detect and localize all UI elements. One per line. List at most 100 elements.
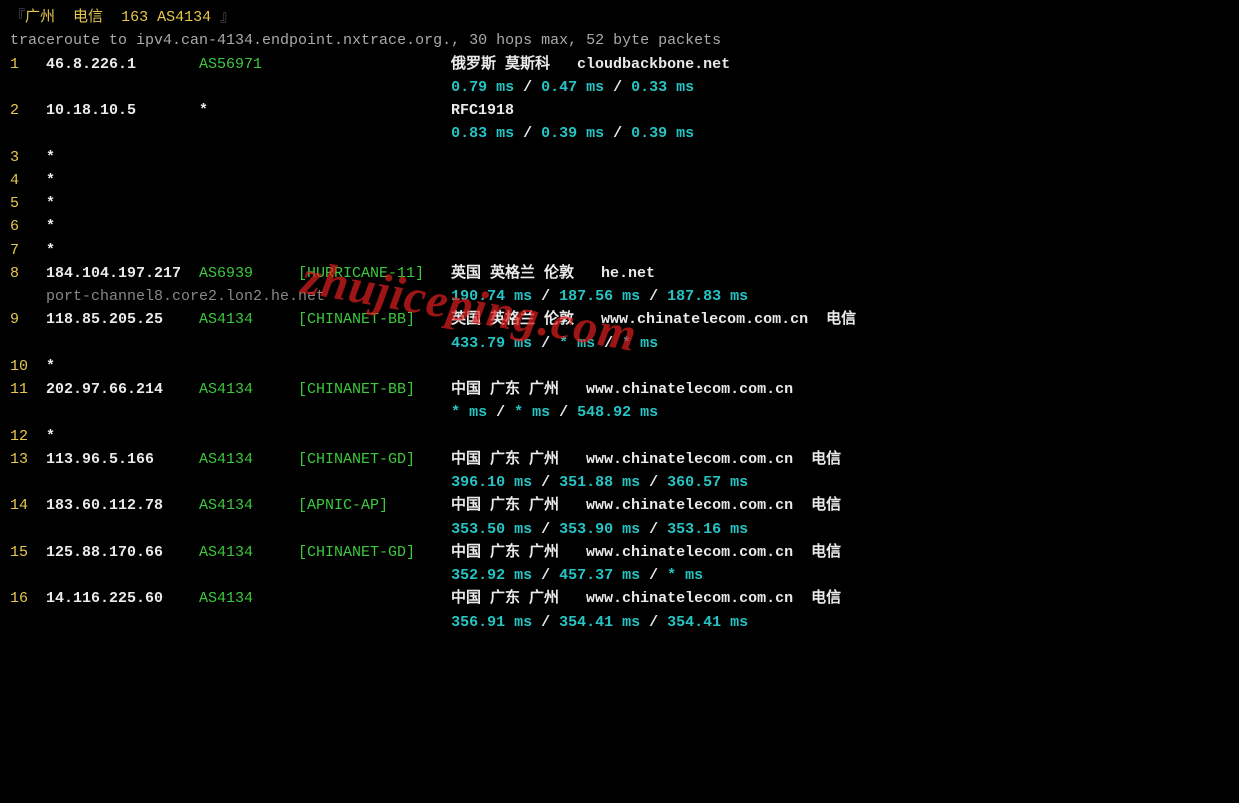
hop-number: 16: [10, 587, 46, 610]
hop-rtt: * ms: [514, 404, 550, 421]
hop-geo: 中国 广东 广州 www.chinatelecom.com.cn 电信: [451, 451, 841, 468]
hop-row: 10 *: [10, 355, 1229, 378]
hop-asn: AS56971: [199, 53, 298, 76]
hop-rtt: * ms: [451, 404, 487, 421]
hop-row: 4 *: [10, 169, 1229, 192]
hop-number: 2: [10, 99, 46, 122]
rtt-separator: /: [604, 79, 631, 96]
hop-row: 1 46.8.226.1 AS56971 俄罗斯 莫斯科 cloudbackbo…: [10, 53, 1229, 76]
hop-rtt: 360.57 ms: [667, 474, 748, 491]
hop-ip: 184.104.197.217: [46, 262, 199, 285]
hop-asn: AS4134: [199, 494, 298, 517]
hop-ip: *: [46, 172, 55, 189]
hop-number: 9: [10, 308, 46, 331]
hop-netname: [CHINANET-BB]: [298, 378, 451, 401]
hop-rtt: 187.56 ms: [559, 288, 640, 305]
hop-row: 7 *: [10, 239, 1229, 262]
hop-geo: 中国 广东 广州 www.chinatelecom.com.cn 电信: [451, 544, 841, 561]
hop-rtt: 352.92 ms: [451, 567, 532, 584]
hop-ip: *: [46, 195, 55, 212]
rtt-separator: /: [532, 567, 559, 584]
rtt-separator: /: [487, 404, 514, 421]
traceroute-output: 1 46.8.226.1 AS56971 俄罗斯 莫斯科 cloudbackbo…: [10, 53, 1229, 634]
hop-row: 16 14.116.225.60 AS4134 中国 广东 广州 www.chi…: [10, 587, 1229, 610]
hop-netname: [CHINANET-GD]: [298, 541, 451, 564]
hop-rtt: 0.47 ms: [541, 79, 604, 96]
hop-geo: RFC1918: [451, 102, 514, 119]
hop-ip: *: [46, 242, 55, 259]
hop-ip: 14.116.225.60: [46, 587, 199, 610]
hop-ip: 118.85.205.25: [46, 308, 199, 331]
rtt-separator: /: [550, 404, 577, 421]
rtt-separator: /: [640, 614, 667, 631]
hop-rtt: 457.37 ms: [559, 567, 640, 584]
hop-ip: 46.8.226.1: [46, 53, 199, 76]
hop-rdns: port-channel8.core2.lon2.he.net: [10, 288, 325, 305]
rtt-separator: /: [604, 125, 631, 142]
hop-row: 2 10.18.10.5 * RFC1918: [10, 99, 1229, 122]
hop-row: 3 *: [10, 146, 1229, 169]
hop-rtt: 0.39 ms: [631, 125, 694, 142]
hop-number: 10: [10, 355, 46, 378]
rtt-separator: /: [514, 125, 541, 142]
hop-row: 14 183.60.112.78 AS4134 [APNIC-AP] 中国 广东…: [10, 494, 1229, 517]
hop-ip: 183.60.112.78: [46, 494, 199, 517]
hop-rtt: 0.83 ms: [451, 125, 514, 142]
hop-netname: [APNIC-AP]: [298, 494, 451, 517]
hop-number: 6: [10, 215, 46, 238]
hop-rtt-row: 352.92 ms / 457.37 ms / * ms: [10, 564, 1229, 587]
rtt-separator: /: [640, 288, 667, 305]
hop-row: 11 202.97.66.214 AS4134 [CHINANET-BB] 中国…: [10, 378, 1229, 401]
hop-ip: *: [46, 428, 55, 445]
hop-geo: 俄罗斯 莫斯科 cloudbackbone.net: [451, 56, 730, 73]
hop-number: 7: [10, 239, 46, 262]
rtt-separator: /: [640, 567, 667, 584]
hop-rtt-row: 356.91 ms / 354.41 ms / 354.41 ms: [10, 611, 1229, 634]
hop-rtt: 354.41 ms: [559, 614, 640, 631]
hop-rtt-row: 0.79 ms / 0.47 ms / 0.33 ms: [10, 76, 1229, 99]
hop-netname: [298, 53, 451, 76]
hop-row: 12 *: [10, 425, 1229, 448]
rtt-separator: /: [532, 474, 559, 491]
hop-rtt-row: 0.83 ms / 0.39 ms / 0.39 ms: [10, 122, 1229, 145]
hop-number: 14: [10, 494, 46, 517]
hop-rtt: 354.41 ms: [667, 614, 748, 631]
hop-rtt-row: 396.10 ms / 351.88 ms / 360.57 ms: [10, 471, 1229, 494]
hop-asn: AS4134: [199, 378, 298, 401]
hop-number: 4: [10, 169, 46, 192]
rtt-separator: /: [532, 521, 559, 538]
hop-asn: AS4134: [199, 308, 298, 331]
rtt-separator: /: [532, 335, 559, 352]
hop-number: 5: [10, 192, 46, 215]
hop-netname: [298, 587, 451, 610]
hop-asn: *: [199, 99, 298, 122]
hop-ip: *: [46, 149, 55, 166]
hop-asn: AS4134: [199, 541, 298, 564]
hop-asn: AS6939: [199, 262, 298, 285]
rtt-separator: /: [640, 521, 667, 538]
hop-number: 11: [10, 378, 46, 401]
hop-number: 1: [10, 53, 46, 76]
hop-number: 12: [10, 425, 46, 448]
hop-row: 13 113.96.5.166 AS4134 [CHINANET-GD] 中国 …: [10, 448, 1229, 471]
hop-rtt: 433.79 ms: [451, 335, 532, 352]
hop-rtt: 356.91 ms: [451, 614, 532, 631]
hop-rtt: 351.88 ms: [559, 474, 640, 491]
hop-geo: 英国 英格兰 伦敦 www.chinatelecom.com.cn 电信: [451, 311, 856, 328]
hop-ip: *: [46, 358, 55, 375]
hop-ip: 125.88.170.66: [46, 541, 199, 564]
hop-asn: AS4134: [199, 448, 298, 471]
hop-row: 5 *: [10, 192, 1229, 215]
hop-rtt: 353.16 ms: [667, 521, 748, 538]
hop-netname: [CHINANET-BB]: [298, 308, 451, 331]
hop-netname: [CHINANET-GD]: [298, 448, 451, 471]
hop-rtt-row: port-channel8.core2.lon2.he.net 190.74 m…: [10, 285, 1229, 308]
hop-number: 15: [10, 541, 46, 564]
hop-rtt-row: 353.50 ms / 353.90 ms / 353.16 ms: [10, 518, 1229, 541]
hop-netname: [HURRICANE-11]: [298, 262, 451, 285]
hop-rtt: * ms: [559, 335, 595, 352]
route-header: 『广州 电信 163 AS4134 』: [10, 6, 1229, 29]
hop-ip: *: [46, 218, 55, 235]
hop-ip: 10.18.10.5: [46, 99, 199, 122]
hop-rtt-row: 433.79 ms / * ms / * ms: [10, 332, 1229, 355]
